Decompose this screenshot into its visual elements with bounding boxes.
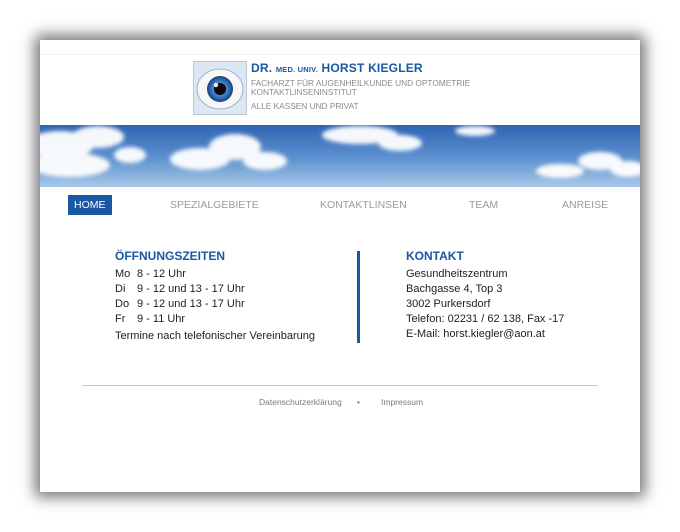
hours-heading: ÖFFNUNGSZEITEN (115, 249, 225, 263)
appointment-note: Termine nach telefonischer Vereinbarung (115, 330, 315, 342)
nav-home[interactable]: HOME (68, 195, 112, 215)
eye-icon (194, 62, 246, 114)
contact-line: Bachgasse 4, Top 3 (406, 283, 503, 295)
page-card: DR. MED. UNIV. HORST KIEGLER FACHARZT FÜ… (40, 40, 640, 492)
column-divider (357, 251, 360, 343)
imprint-link[interactable]: Impressum (381, 397, 423, 407)
contact-email[interactable]: E-Mail: horst.kiegler@aon.at (406, 327, 545, 342)
contact-phone: Telefon: 02231 / 62 138, Fax -17 (406, 313, 565, 325)
contact-line: Gesundheitszentrum (406, 268, 508, 280)
hours-row: Mo 8 - 12 Uhr (115, 268, 186, 280)
privacy-link[interactable]: Datenschutzerklärung (259, 397, 342, 407)
top-strip (40, 40, 640, 55)
contact-line: 3002 Purkersdorf (406, 298, 491, 310)
footer-divider (82, 385, 598, 386)
nav-kontaktlinsen[interactable]: KONTAKTLINSEN (320, 195, 407, 215)
hours-row: Di 9 - 12 und 13 - 17 Uhr (115, 283, 245, 295)
institute-line: KONTAKTLINSENINSTITUT (251, 87, 357, 97)
nav-anreise[interactable]: ANREISE (562, 195, 608, 215)
nav-spezialgebiete[interactable]: SPEZIALGEBIETE (170, 195, 259, 215)
hours-row: Do 9 - 12 und 13 - 17 Uhr (115, 298, 245, 310)
sky-banner (40, 125, 640, 187)
hours-row: Fr 9 - 11 Uhr (115, 313, 186, 325)
insurance-line: ALLE KASSEN UND PRIVAT (251, 101, 359, 111)
main-nav: HOME SPEZIALGEBIETE KONTAKTLINSEN TEAM A… (40, 195, 640, 217)
contact-heading: KONTAKT (406, 249, 464, 263)
footer-separator: • (357, 397, 360, 407)
nav-team[interactable]: TEAM (469, 195, 498, 215)
logo[interactable] (193, 61, 247, 115)
doctor-title: DR. MED. UNIV. HORST KIEGLER (251, 61, 423, 75)
